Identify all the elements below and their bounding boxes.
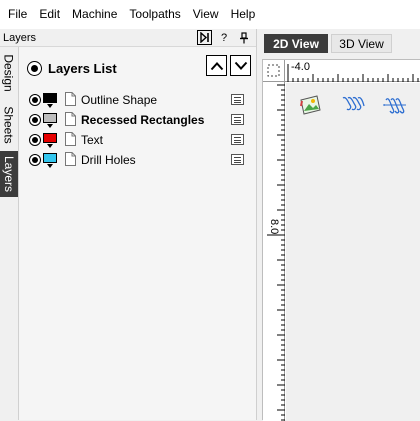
- document-icon: [65, 92, 76, 106]
- side-tab-sheets[interactable]: Sheets: [0, 101, 18, 149]
- layer-menu-icon[interactable]: [231, 154, 244, 165]
- menu-help[interactable]: Help: [225, 0, 262, 29]
- layer-color-swatch[interactable]: [43, 113, 57, 123]
- panel-title: Layers: [3, 31, 37, 44]
- layer-row[interactable]: Recessed Rectangles: [19, 110, 257, 130]
- move-layer-down-button[interactable]: [230, 55, 251, 76]
- layer-menu-icon[interactable]: [231, 134, 244, 145]
- layers-list-header: Layers List: [19, 47, 257, 89]
- drawing-area[interactable]: [286, 83, 420, 421]
- ruler-left: 8.0: [263, 82, 285, 421]
- spiral-coil-icon: [383, 98, 406, 114]
- layer-color-swatch[interactable]: [43, 133, 57, 143]
- menu-file[interactable]: File: [2, 0, 33, 29]
- layer-color-swatch[interactable]: [43, 153, 57, 163]
- layer-menu-icon[interactable]: [231, 114, 244, 125]
- view-area: 2D View 3D View -4.0 8.0: [256, 29, 420, 421]
- layer-color-swatch[interactable]: [43, 93, 57, 103]
- spring-coil-button[interactable]: [340, 92, 366, 118]
- layer-visibility-radio[interactable]: [29, 154, 41, 166]
- layers-list-radio[interactable]: [27, 61, 42, 76]
- layer-menu-icon[interactable]: [231, 94, 244, 105]
- pin-button[interactable]: [236, 30, 252, 46]
- color-dropdown-arrow-icon[interactable]: [47, 144, 53, 148]
- side-tab-sheets-label: Sheets: [2, 106, 17, 144]
- menu-edit[interactable]: Edit: [33, 0, 66, 29]
- menu-machine[interactable]: Machine: [66, 0, 123, 29]
- origin-marker-icon: [267, 64, 280, 77]
- help-button[interactable]: ?: [216, 30, 232, 46]
- menu-view[interactable]: View: [187, 0, 225, 29]
- ruler-left-ticks: [267, 84, 285, 421]
- side-tab-design-label: Design: [2, 54, 17, 92]
- drawing-canvas[interactable]: -4.0 8.0: [262, 59, 420, 421]
- document-icon: [65, 152, 76, 166]
- layer-visibility-radio[interactable]: [29, 134, 41, 146]
- layer-row[interactable]: Outline Shape: [19, 90, 257, 110]
- color-dropdown-arrow-icon[interactable]: [47, 104, 53, 108]
- dock-toggle-button[interactable]: [197, 30, 212, 45]
- layer-name[interactable]: Recessed Rectangles: [81, 113, 204, 127]
- ruler-left-label: 8.0: [268, 219, 280, 235]
- side-tab-layers[interactable]: Layers: [0, 151, 18, 197]
- document-icon: [65, 132, 76, 146]
- chevron-down-icon: [234, 61, 247, 70]
- menu-bar: File Edit Machine Toolpaths View Help: [0, 0, 420, 29]
- ruler-top: -4.0: [285, 60, 420, 82]
- spiral-coil-button[interactable]: [382, 92, 408, 118]
- layer-row[interactable]: Text: [19, 130, 257, 150]
- panel-header: Layers ?: [0, 29, 256, 47]
- image-import-button[interactable]: [298, 92, 324, 118]
- ruler-corner[interactable]: [263, 60, 285, 82]
- side-tab-design[interactable]: Design: [0, 49, 18, 97]
- layer-visibility-radio[interactable]: [29, 114, 41, 126]
- ruler-top-label: -4.0: [291, 61, 310, 73]
- tab-2d-view[interactable]: 2D View: [264, 34, 328, 53]
- color-dropdown-arrow-icon[interactable]: [47, 164, 53, 168]
- layer-row[interactable]: Drill Holes: [19, 150, 257, 170]
- layer-visibility-radio[interactable]: [29, 94, 41, 106]
- tab-3d-view[interactable]: 3D View: [331, 34, 392, 53]
- chevron-up-icon: [210, 61, 223, 70]
- image-import-icon: [300, 95, 321, 115]
- layers-panel: Layers List Outline Shape Recessed Rectan…: [18, 47, 256, 420]
- document-icon: [65, 112, 76, 126]
- layer-name[interactable]: Drill Holes: [81, 153, 136, 167]
- pin-icon: [240, 31, 248, 43]
- layer-name[interactable]: Outline Shape: [81, 93, 157, 107]
- color-dropdown-arrow-icon[interactable]: [47, 124, 53, 128]
- spring-coil-icon: [342, 96, 365, 111]
- layers-list-title: Layers List: [48, 61, 117, 76]
- menu-toolpaths[interactable]: Toolpaths: [123, 0, 186, 29]
- side-tab-layers-label: Layers: [2, 155, 16, 193]
- dock-toggle-icon: [200, 32, 209, 43]
- move-layer-up-button[interactable]: [206, 55, 227, 76]
- layer-name[interactable]: Text: [81, 133, 103, 147]
- side-tab-strip: Design Sheets Layers: [0, 47, 18, 420]
